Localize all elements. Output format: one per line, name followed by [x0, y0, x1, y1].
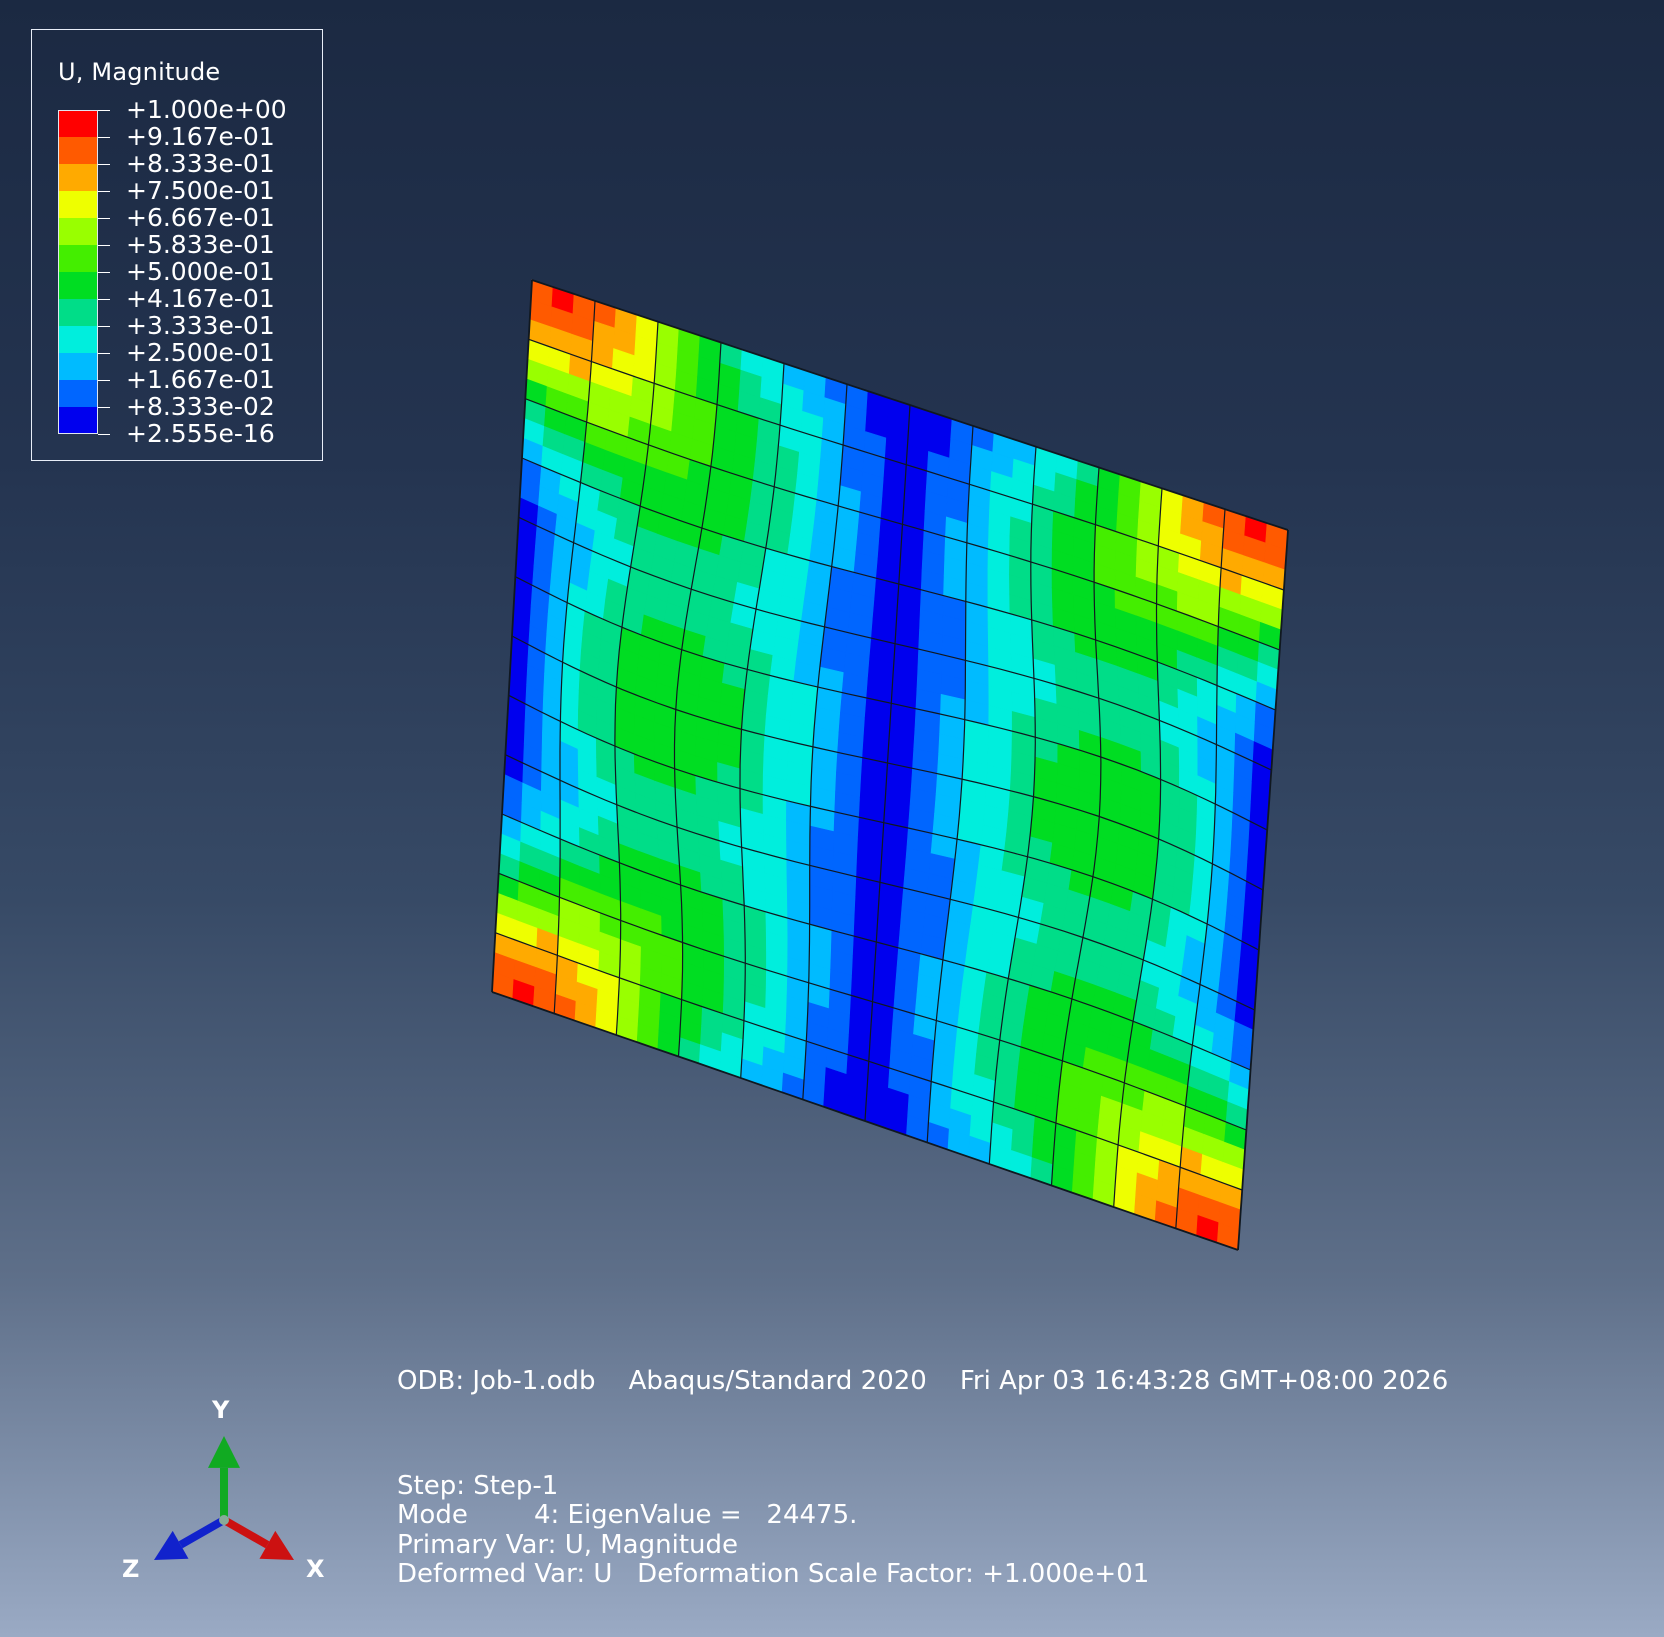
legend-value-label: +4.167e-01: [126, 284, 275, 313]
legend-tick: [98, 434, 110, 435]
legend-tick: [98, 272, 110, 273]
legend-tick: [98, 380, 110, 381]
triad-origin: [219, 1515, 229, 1525]
legend-tick: [98, 137, 110, 138]
x-axis-shaft: [222, 1516, 270, 1549]
triad-y-label: Y: [212, 1396, 230, 1424]
primary-var-info: Primary Var: U, Magnitude: [397, 1530, 738, 1560]
mode-info: Mode 4: EigenValue = 24475.: [397, 1500, 858, 1530]
legend-value-label: +8.333e-02: [126, 392, 275, 421]
legend-value-label: +2.555e-16: [126, 419, 275, 448]
legend-title: U, Magnitude: [58, 58, 221, 86]
triad-x-label: X: [306, 1555, 325, 1583]
legend-value-label: +5.000e-01: [126, 257, 275, 286]
deformed-var-info: Deformed Var: U Deformation Scale Factor…: [397, 1559, 1150, 1589]
legend-tick: [98, 164, 110, 165]
legend-tick: [98, 218, 110, 219]
legend-tick: [98, 245, 110, 246]
legend-tick: [98, 326, 110, 327]
axis-triad: [154, 1436, 294, 1560]
deformed-mesh: [491, 279, 1289, 1251]
z-axis-shaft: [178, 1516, 226, 1549]
odb-info: ODB: Job-1.odb Abaqus/Standard 2020 Fri …: [397, 1366, 1449, 1396]
step-info: Step: Step-1: [397, 1471, 559, 1501]
legend-colorbar-frame: [58, 110, 98, 434]
legend-value-label: +2.500e-01: [126, 338, 275, 367]
legend-value-label: +9.167e-01: [126, 122, 275, 151]
legend-tick: [98, 110, 110, 111]
triad-z-label: Z: [122, 1555, 140, 1583]
legend-value-label: +1.667e-01: [126, 365, 275, 394]
legend-value-label: +6.667e-01: [126, 203, 275, 232]
contour-legend[interactable]: U, Magnitude +1.000e+00 +9.167e-01 +8.333e…: [31, 29, 323, 461]
legend-tick: [98, 407, 110, 408]
legend-value-label: +5.833e-01: [126, 230, 275, 259]
legend-value-label: +7.500e-01: [126, 176, 275, 205]
legend-tick: [98, 191, 110, 192]
legend-value-label: +3.333e-01: [126, 311, 275, 340]
legend-value-label: +8.333e-01: [126, 149, 275, 178]
legend-tick: [98, 299, 110, 300]
legend-value-label: +1.000e+00: [126, 95, 287, 124]
y-axis-arrowhead: [208, 1436, 240, 1468]
legend-tick: [98, 353, 110, 354]
